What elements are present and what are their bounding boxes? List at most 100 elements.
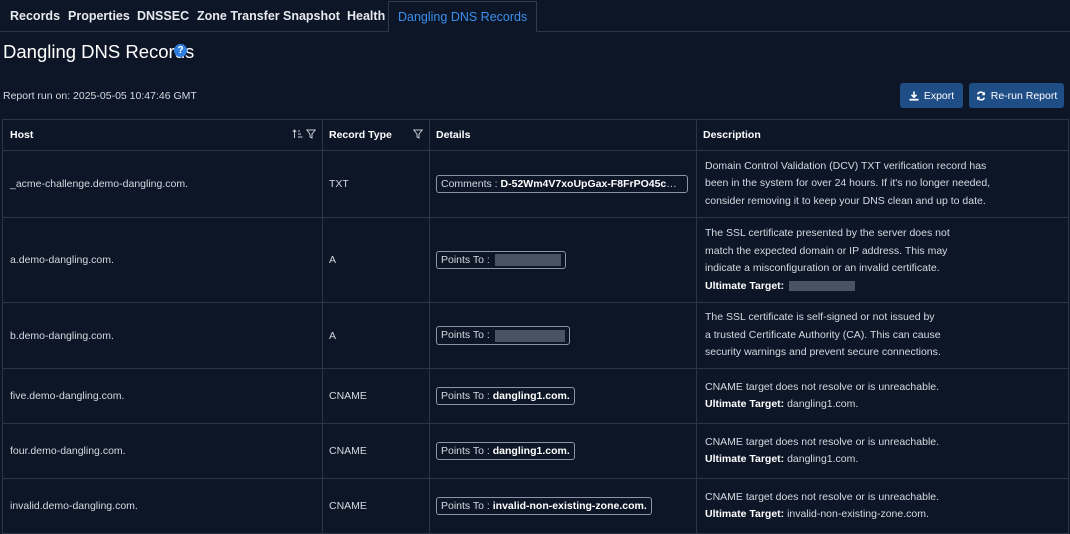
record-type-cell: A bbox=[322, 217, 430, 303]
details-label: Points To : bbox=[441, 253, 490, 266]
export-label: Export bbox=[923, 89, 955, 102]
record-type-cell: CNAME bbox=[322, 478, 430, 534]
description-line: CNAME target does not resolve or is unre… bbox=[705, 435, 940, 448]
details-cell: Points To : dangling1.com. bbox=[429, 368, 697, 424]
description-line: a trusted Certificate Authority (CA). Th… bbox=[705, 328, 941, 341]
download-icon bbox=[909, 91, 919, 101]
rerun-label: Re-run Report bbox=[990, 89, 1058, 102]
record-type-header-label: Record Type bbox=[329, 129, 392, 141]
redacted-value bbox=[789, 280, 856, 291]
description-line: security warnings and prevent secure con… bbox=[705, 346, 941, 359]
description-line: match the expected domain or IP address.… bbox=[705, 244, 948, 257]
record-type-cell: TXT bbox=[322, 150, 430, 218]
refresh-icon bbox=[976, 90, 985, 101]
details-value: dangling1.com. bbox=[492, 390, 570, 402]
ultimate-target-value: invalid-non-existing-zone.com. bbox=[787, 508, 929, 520]
ultimate-target-value: dangling1.com. bbox=[787, 398, 859, 410]
details-cell: Points To : bbox=[429, 302, 697, 369]
description-cell: CNAME target does not resolve or is unre… bbox=[696, 478, 1069, 534]
column-header-description: Description bbox=[696, 119, 1069, 151]
ultimate-target-label: Ultimate Target: bbox=[705, 508, 785, 520]
details-header-label: Details bbox=[436, 129, 471, 141]
details-chip: Points To : invalid-non-existing-zone.co… bbox=[436, 497, 652, 515]
host-cell: five.demo-dangling.com. bbox=[2, 368, 323, 424]
description-line: CNAME target does not resolve or is unre… bbox=[705, 380, 940, 393]
description-line: CNAME target does not resolve or is unre… bbox=[705, 490, 940, 503]
host-cell: a.demo-dangling.com. bbox=[2, 217, 323, 303]
details-chip: Comments : D-52Wm4V7xoUpGax-F8FrPO45cQRc… bbox=[436, 175, 688, 193]
description-header-label: Description bbox=[703, 129, 761, 141]
details-label: Comments : bbox=[441, 178, 498, 190]
dangling-records-table: Host Record Type Details Description _ac… bbox=[2, 119, 1069, 534]
column-header-host[interactable]: Host bbox=[2, 119, 323, 151]
sort-icon[interactable] bbox=[292, 129, 303, 139]
ultimate-target: Ultimate Target: dangling1.com. bbox=[705, 396, 1060, 414]
host-cell: _acme-challenge.demo-dangling.com. bbox=[2, 150, 323, 218]
tab-dangling-dns-records[interactable]: Dangling DNS Records bbox=[388, 1, 538, 32]
description-cell: CNAME target does not resolve or is unre… bbox=[696, 423, 1069, 479]
record-type-cell: CNAME bbox=[322, 368, 430, 424]
tab-snapshot[interactable]: Snapshot bbox=[283, 0, 340, 32]
filter-icon[interactable] bbox=[306, 129, 316, 139]
column-header-details: Details bbox=[429, 119, 697, 151]
details-cell: Points To : bbox=[429, 217, 697, 303]
description-cell: Domain Control Validation (DCV) TXT veri… bbox=[696, 150, 1069, 218]
record-type-cell: CNAME bbox=[322, 423, 430, 479]
description-line: Domain Control Validation (DCV) TXT veri… bbox=[705, 159, 987, 172]
description-line: The SSL certificate presented by the ser… bbox=[705, 227, 950, 239]
description-line: indicate a misconfiguration or an invali… bbox=[705, 262, 940, 274]
ultimate-target-value: dangling1.com. bbox=[787, 453, 859, 465]
table-row[interactable]: a.demo-dangling.com. A Points To : The S… bbox=[2, 217, 1069, 303]
report-run-timestamp: Report run on: 2025-05-05 10:47:46 GMT bbox=[3, 90, 197, 102]
table-row[interactable]: five.demo-dangling.com. CNAME Points To … bbox=[2, 368, 1069, 424]
export-button[interactable]: Export bbox=[900, 83, 963, 108]
table-row[interactable]: _acme-challenge.demo-dangling.com. TXT C… bbox=[2, 150, 1069, 218]
ultimate-target-label: Ultimate Target: bbox=[705, 398, 785, 410]
column-header-record-type[interactable]: Record Type bbox=[322, 119, 430, 151]
description-line: been in the system for over 24 hours. If… bbox=[705, 177, 991, 190]
table-row[interactable]: invalid.demo-dangling.com. CNAME Points … bbox=[2, 478, 1069, 534]
details-cell: Points To : dangling1.com. bbox=[429, 423, 697, 479]
redacted-value bbox=[494, 254, 561, 267]
ultimate-target: Ultimate Target: bbox=[705, 278, 1060, 296]
details-chip: Points To : dangling1.com. bbox=[436, 387, 575, 405]
rerun-report-button[interactable]: Re-run Report bbox=[969, 83, 1064, 108]
details-value: D-52Wm4V7xoUpGax-F8FrPO45cQRcb… bbox=[500, 178, 688, 190]
host-header-label: Host bbox=[10, 129, 34, 141]
tab-health[interactable]: Health bbox=[347, 0, 385, 32]
details-chip: Points To : dangling1.com. bbox=[436, 442, 575, 460]
tab-zone-transfer[interactable]: Zone Transfer bbox=[197, 0, 280, 32]
details-value: invalid-non-existing-zone.com. bbox=[492, 500, 647, 512]
details-cell: Points To : invalid-non-existing-zone.co… bbox=[429, 478, 697, 534]
ultimate-target-label: Ultimate Target: bbox=[705, 279, 785, 292]
table-row[interactable]: four.demo-dangling.com. CNAME Points To … bbox=[2, 423, 1069, 479]
description-line: The SSL certificate is self-signed or no… bbox=[705, 311, 935, 324]
host-cell: invalid.demo-dangling.com. bbox=[2, 478, 323, 534]
tab-bar: Records Properties DNSSEC Zone Transfer … bbox=[0, 0, 1070, 32]
description-cell: CNAME target does not resolve or is unre… bbox=[696, 368, 1069, 424]
description-line: consider removing it to keep your DNS cl… bbox=[705, 194, 986, 207]
host-cell: b.demo-dangling.com. bbox=[2, 302, 323, 369]
ultimate-target: Ultimate Target: dangling1.com. bbox=[705, 451, 1060, 469]
host-cell: four.demo-dangling.com. bbox=[2, 423, 323, 479]
details-value: dangling1.com. bbox=[492, 445, 570, 457]
ultimate-target: Ultimate Target: invalid-non-existing-zo… bbox=[705, 506, 1060, 524]
table-row[interactable]: b.demo-dangling.com. A Points To : The S… bbox=[2, 302, 1069, 369]
details-label: Points To : bbox=[441, 390, 490, 402]
tab-dnssec[interactable]: DNSSEC bbox=[137, 0, 189, 32]
filter-icon[interactable] bbox=[413, 129, 423, 139]
details-label: Points To : bbox=[441, 445, 490, 457]
redacted-value bbox=[494, 329, 565, 342]
page-title: Dangling DNS Records bbox=[3, 41, 195, 62]
ultimate-target-label: Ultimate Target: bbox=[705, 453, 785, 465]
tab-records[interactable]: Records bbox=[10, 0, 60, 32]
description-cell: The SSL certificate is self-signed or no… bbox=[696, 302, 1069, 369]
description-cell: The SSL certificate presented by the ser… bbox=[696, 217, 1069, 303]
details-label: Points To : bbox=[441, 500, 490, 512]
record-type-cell: A bbox=[322, 302, 430, 369]
details-label: Points To : bbox=[441, 329, 490, 342]
tab-properties[interactable]: Properties bbox=[68, 0, 130, 32]
details-chip: Points To : bbox=[436, 250, 566, 270]
details-chip: Points To : bbox=[436, 326, 570, 345]
question-circle-icon[interactable]: ? bbox=[174, 44, 187, 57]
